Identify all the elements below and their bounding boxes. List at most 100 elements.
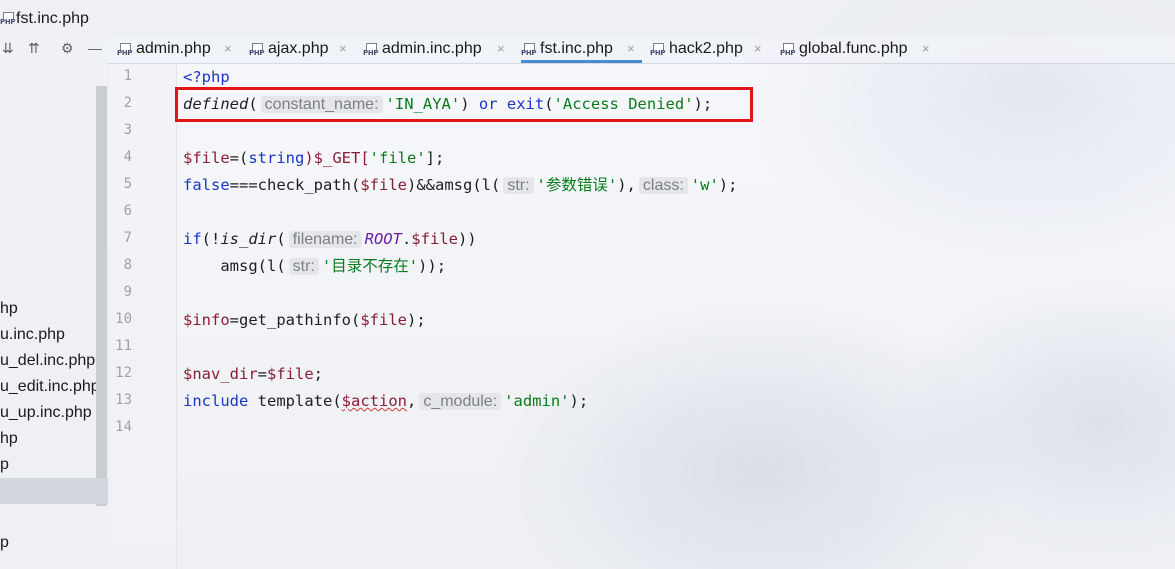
php-file-icon: PHP <box>0 12 16 26</box>
php-file-icon: PHP <box>780 43 796 57</box>
punctuation: ; <box>313 365 324 383</box>
operator: =( <box>229 149 249 167</box>
sidebar-item[interactable]: u_edit.inc.php <box>0 378 96 396</box>
parameter-hint: str: <box>503 177 534 194</box>
tab-label: admin.php <box>136 40 211 57</box>
variable: $file <box>360 176 407 194</box>
line-number: 9 <box>123 284 132 300</box>
variable: $file <box>360 311 407 329</box>
variable: $file <box>411 230 458 248</box>
php-open-tag: <?php <box>183 68 230 86</box>
string-literal: '目录不存在' <box>321 257 419 275</box>
line-number: 11 <box>115 338 132 354</box>
line-number: 12 <box>115 365 132 381</box>
code-line-4: $file=(string)$_GET['file']; <box>183 147 444 169</box>
function-name: is_dir <box>220 230 277 248</box>
line-number: 4 <box>123 149 132 165</box>
minimize-icon[interactable]: — <box>88 40 102 56</box>
collapse-all-icon[interactable]: ⇊ <box>2 40 14 57</box>
punctuation: ); <box>569 392 589 410</box>
editor-tab-bar: PHP admin.php × PHP ajax.php × PHP admin… <box>108 36 1175 64</box>
tab-admin-inc-php[interactable]: PHP admin.inc.php × <box>363 36 511 63</box>
variable: $file <box>183 149 230 167</box>
sidebar-scrollbar[interactable] <box>96 86 107 506</box>
punctuation: ); <box>407 311 426 329</box>
code-line-7: if(!is_dir(filename: ROOT.$file)) <box>183 228 477 250</box>
variable: $info <box>183 311 230 329</box>
line-number: 1 <box>123 68 132 84</box>
sidebar-item[interactable]: hp <box>0 300 96 318</box>
tab-ajax-php[interactable]: PHP ajax.php × <box>249 36 357 63</box>
gear-icon[interactable]: ⚙ <box>61 40 74 57</box>
line-number: 10 <box>115 311 132 327</box>
variable: $action <box>341 392 407 410</box>
tab-label: ajax.php <box>268 40 329 57</box>
punctuation: ( <box>276 230 286 248</box>
php-file-icon: PHP <box>117 43 133 57</box>
close-icon[interactable]: × <box>339 41 347 56</box>
php-file-icon: PHP <box>650 43 666 57</box>
sidebar-item[interactable]: p <box>0 534 96 552</box>
expand-all-icon[interactable]: ⇈ <box>28 40 40 57</box>
variable: $nav_dir <box>183 365 258 383</box>
line-number: 2 <box>123 95 132 111</box>
code-text: template( <box>248 392 342 410</box>
php-file-icon: PHP <box>249 43 265 57</box>
code-text: )&&amsg(l( <box>407 176 501 194</box>
line-number: 3 <box>123 122 132 138</box>
title-bar: PHP fst.inc.php <box>0 0 1175 37</box>
punctuation: , <box>406 392 417 410</box>
close-icon[interactable]: × <box>497 41 505 56</box>
sidebar-item[interactable]: u_up.inc.php <box>0 404 96 422</box>
window-title: fst.inc.php <box>16 10 89 27</box>
tab-hack2-php[interactable]: PHP hack2.php × <box>650 36 768 63</box>
code-text: ===check_path( <box>229 176 361 194</box>
close-icon[interactable]: × <box>922 41 930 56</box>
punctuation: )); <box>418 257 447 275</box>
tab-label: global.func.php <box>799 40 908 57</box>
code-text: =get_pathinfo( <box>229 311 361 329</box>
punctuation: )) <box>457 230 477 248</box>
close-icon[interactable]: × <box>224 41 232 56</box>
punctuation: ]; <box>425 149 445 167</box>
tab-global-func-php[interactable]: PHP global.func.php × <box>780 36 936 63</box>
close-icon[interactable]: × <box>754 41 762 56</box>
code-line-1: <?php <box>183 66 230 88</box>
variable: $file <box>267 365 314 383</box>
sidebar-item[interactable]: p <box>0 456 96 474</box>
superglobal: )$_GET[ <box>304 149 370 167</box>
sidebar-item[interactable]: u_del.inc.php <box>0 352 96 370</box>
parameter-hint: filename: <box>288 231 362 248</box>
code-line-8: amsg(l(str: '目录不存在')); <box>183 255 446 277</box>
punctuation: ); <box>718 176 738 194</box>
line-number: 13 <box>115 392 132 408</box>
sidebar-selected-row[interactable] <box>0 478 108 504</box>
tab-label: admin.inc.php <box>382 40 482 57</box>
close-icon[interactable]: × <box>627 41 635 56</box>
code-line-12: $nav_dir=$file; <box>183 363 323 385</box>
sidebar-toolbar: ⇊ ⇈ ⚙ — <box>0 36 108 62</box>
highlight-box <box>175 87 753 122</box>
string-literal: 'w' <box>690 176 719 194</box>
parameter-hint: c_module: <box>419 393 502 410</box>
tab-fst-inc-php[interactable]: PHP fst.inc.php × <box>521 36 642 63</box>
line-number-gutter: 1 2 3 4 5 6 7 8 9 10 11 12 13 14 <box>108 64 177 569</box>
keyword: false <box>183 176 230 194</box>
sidebar-item[interactable]: u.inc.php <box>0 326 96 344</box>
tab-label: fst.inc.php <box>540 40 613 57</box>
string-literal: '参数错误' <box>536 176 618 194</box>
operator: = <box>257 365 267 383</box>
keyword: if <box>183 230 202 248</box>
constant: ROOT <box>364 230 402 248</box>
tab-admin-php[interactable]: PHP admin.php × <box>117 36 241 63</box>
php-file-icon: PHP <box>363 43 379 57</box>
sidebar-item[interactable]: hp <box>0 430 96 448</box>
parameter-hint: class: <box>638 177 688 194</box>
operator: . <box>401 230 412 248</box>
string-literal: 'admin' <box>504 392 570 410</box>
parameter-hint: str: <box>288 258 319 275</box>
code-line-13: include template($action, c_module:'admin… <box>183 390 588 412</box>
code-line-10: $info=get_pathinfo($file); <box>183 309 426 331</box>
keyword: include <box>183 392 249 410</box>
tab-label: hack2.php <box>669 40 743 57</box>
